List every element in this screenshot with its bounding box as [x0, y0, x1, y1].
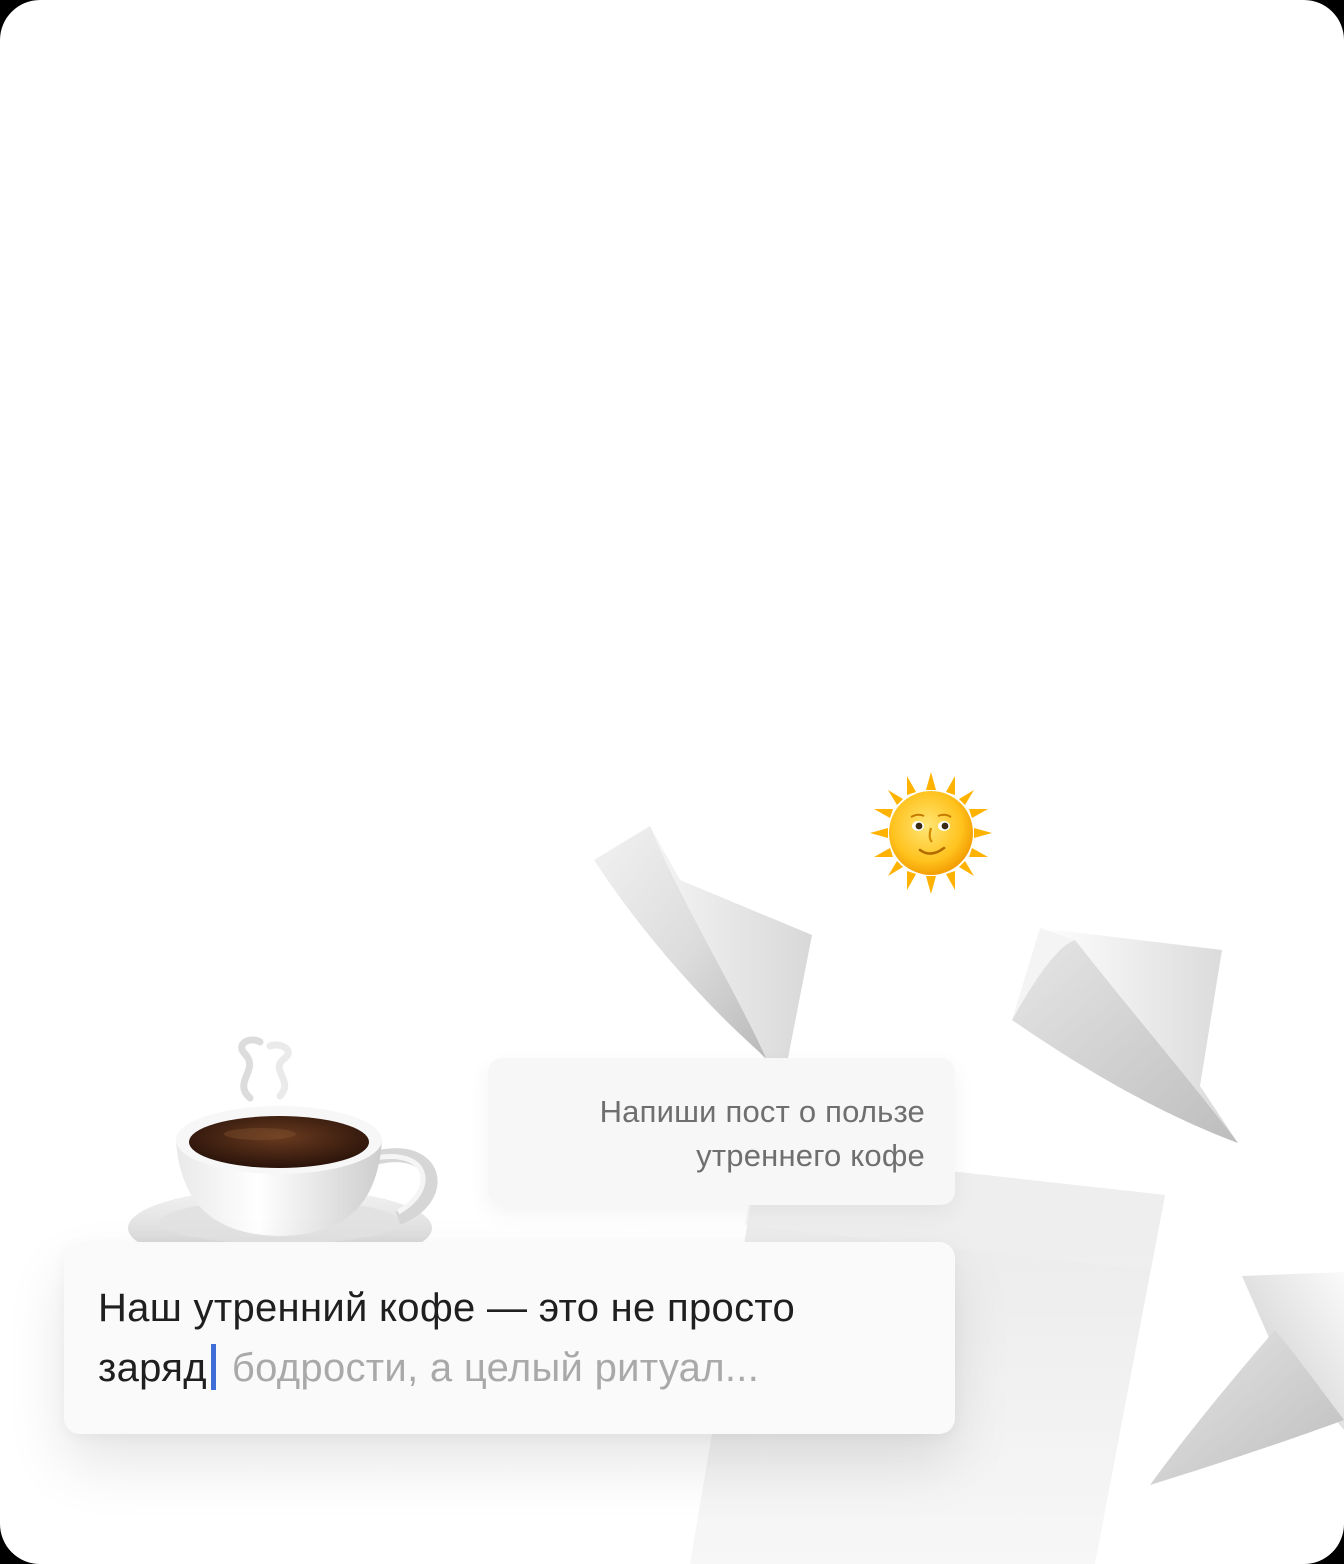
- prompt-message: Напиши пост о пользе утреннего кофе: [488, 1058, 955, 1205]
- app-card: Напиши пост о пользе утреннего кофе Наш …: [0, 0, 1344, 1564]
- paper-sheet-icon: [1012, 928, 1238, 1143]
- sun-with-face-icon: [870, 772, 992, 894]
- typed-text-line-2: заряд бодрости, а целый ритуал...: [98, 1338, 921, 1398]
- text-caret: [210, 1344, 216, 1390]
- answer-editor[interactable]: Наш утренний кофе — это не просто заряд б…: [64, 1242, 955, 1434]
- scene: Напиши пост о пользе утреннего кофе Наш …: [0, 0, 1344, 1564]
- paper-sheet-icon: [594, 826, 812, 1060]
- prompt-text-line: Напиши пост о пользе: [599, 1094, 925, 1129]
- typed-text-line: Наш утренний кофе — это не просто: [98, 1286, 796, 1330]
- hot-beverage-icon: [128, 1036, 438, 1245]
- paper-sheet-icon: [1150, 1272, 1344, 1485]
- typed-text: заряд: [98, 1346, 207, 1390]
- autocomplete-suggestion[interactable]: бодрости, а целый ритуал...: [232, 1346, 759, 1390]
- prompt-text-line: утреннего кофе: [696, 1138, 925, 1173]
